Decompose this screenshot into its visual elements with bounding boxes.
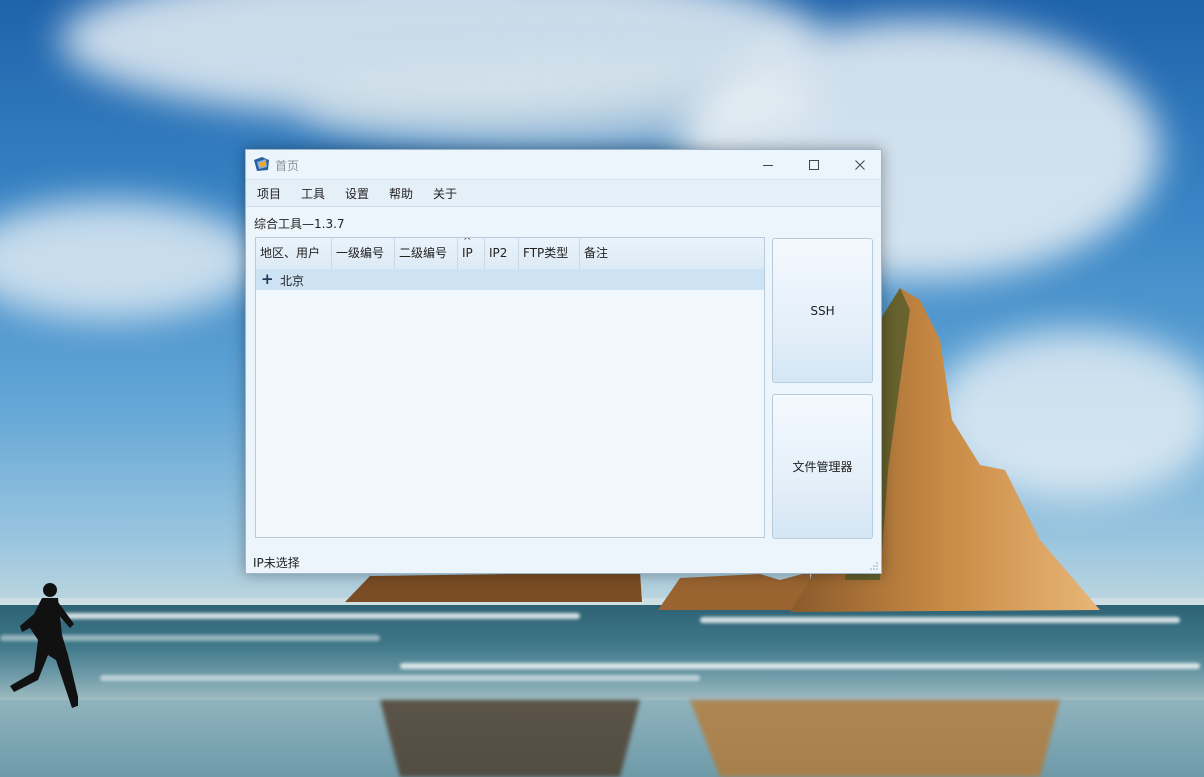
close-icon <box>855 159 865 170</box>
column-header-notes[interactable]: 备注 <box>580 238 764 269</box>
resize-grip-icon[interactable] <box>870 562 878 570</box>
rock-reflection <box>380 700 1060 777</box>
main-window[interactable]: 首页 项目 工具 设置 帮助 关于 综合工具—1.3.7 地区、用户 一级编号 … <box>245 149 882 574</box>
runner-silhouette <box>10 583 78 708</box>
close-button[interactable] <box>837 150 883 179</box>
ssh-button[interactable]: SSH <box>772 238 873 383</box>
menu-item-settings[interactable]: 设置 <box>345 185 369 202</box>
menu-item-help[interactable]: 帮助 <box>389 185 413 202</box>
table-header: 地区、用户 一级编号 二级编号 ^ IP IP2 FTP类型 备注 <box>256 238 764 270</box>
sea <box>0 605 1204 705</box>
column-header-region-user[interactable]: 地区、用户 <box>256 238 332 269</box>
version-label: 综合工具—1.3.7 <box>254 217 345 231</box>
app-logo-icon <box>254 157 269 171</box>
status-text: IP未选择 <box>253 556 300 570</box>
server-tree-table[interactable]: 地区、用户 一级编号 二级编号 ^ IP IP2 FTP类型 备注 + 北京 <box>255 237 765 538</box>
column-header-level2-id[interactable]: 二级编号 <box>395 238 458 269</box>
minimize-icon <box>763 164 773 166</box>
tree-row-label: 北京 <box>280 274 305 288</box>
column-header-ftp-type[interactable]: FTP类型 <box>519 238 580 269</box>
menu-bar: 项目 工具 设置 帮助 关于 <box>246 179 881 207</box>
column-header-ip[interactable]: ^ IP <box>458 238 485 269</box>
maximize-button[interactable] <box>791 150 837 179</box>
column-header-ip2[interactable]: IP2 <box>485 238 519 269</box>
maximize-icon <box>809 159 819 170</box>
title-bar[interactable]: 首页 <box>246 150 881 179</box>
sort-ascending-icon: ^ <box>463 237 472 247</box>
minimize-button[interactable] <box>745 150 791 179</box>
expand-plus-icon[interactable]: + <box>261 270 274 289</box>
cloud <box>0 200 260 320</box>
menu-item-about[interactable]: 关于 <box>433 185 457 202</box>
menu-item-project[interactable]: 项目 <box>257 185 281 202</box>
tree-row[interactable]: + 北京 <box>256 269 764 290</box>
file-manager-button[interactable]: 文件管理器 <box>772 394 873 539</box>
column-header-level1-id[interactable]: 一级编号 <box>332 238 395 269</box>
window-title: 首页 <box>275 159 300 173</box>
menu-item-tools[interactable]: 工具 <box>301 185 325 202</box>
